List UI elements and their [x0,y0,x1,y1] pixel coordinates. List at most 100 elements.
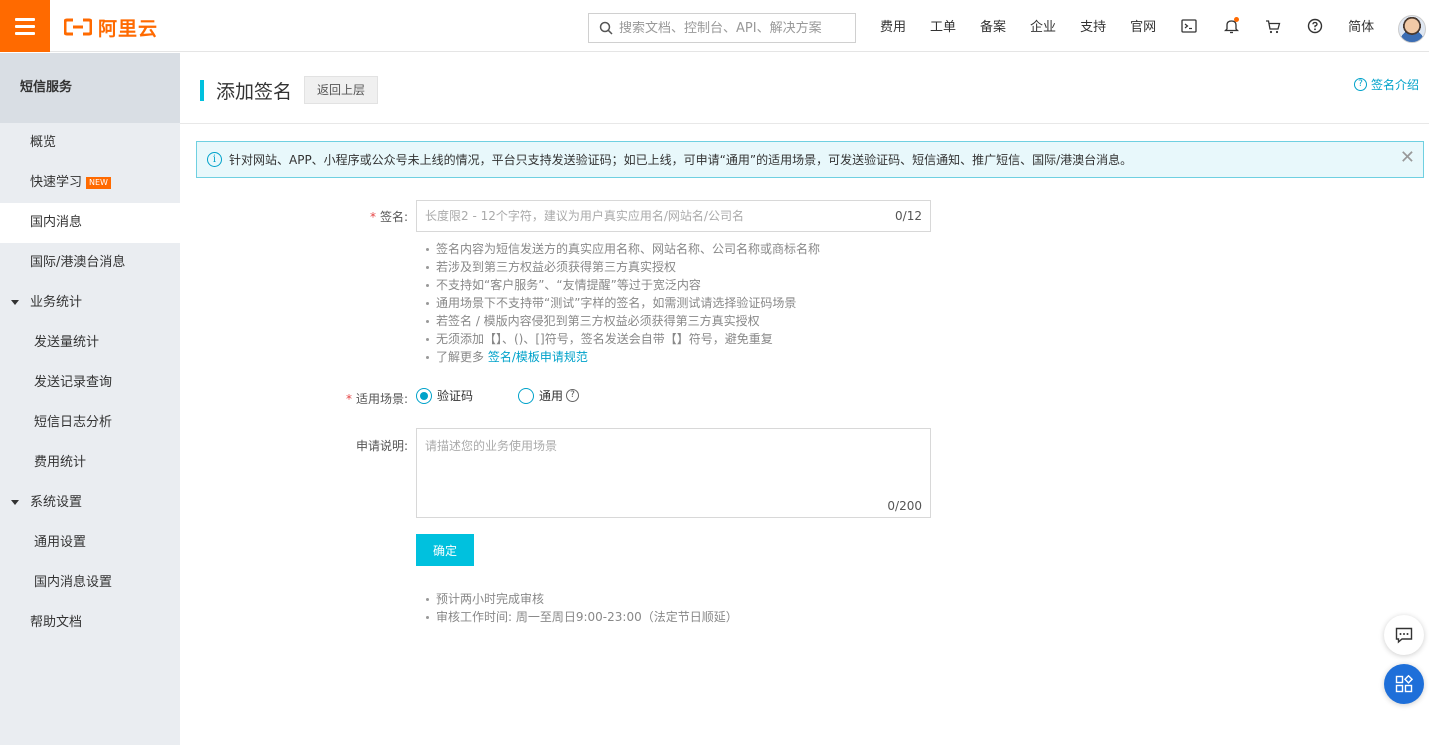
radio-verification-code[interactable]: 验证码 [416,387,473,404]
chat-icon[interactable] [1384,615,1424,655]
sidebar-title: 短信服务 [0,53,180,123]
radio-unchecked-icon [518,387,535,404]
bell-icon[interactable] [1210,0,1252,52]
sidebar-item-label: 国内消息设置 [34,575,113,590]
sidebar-item-label: 短信日志分析 [34,415,113,430]
required-mark: * [345,392,352,406]
sidebar-item-label: 发送量统计 [34,335,100,350]
scene-radio-group: 验证码 通用 ? [416,387,624,404]
signature-intro-link[interactable]: ? 签名介绍 [1353,76,1419,93]
description-label: 申请说明: [355,439,408,453]
search-icon [599,21,613,35]
brand-name: 阿里云 [98,17,159,40]
review-tips: 预计两小时完成审核 审核工作时间: 周一至周日9:00-23:00（法定节日顺延… [424,590,738,626]
sidebar-item-label: 国内消息 [30,215,83,230]
nav-fees[interactable]: 费用 [868,0,918,52]
signature-input[interactable] [417,201,857,231]
tip-item: 不支持如“客户服务”、“友情提醒”等过于宽泛内容 [424,276,820,294]
sidebar-item-international-messages[interactable]: 国际/港澳台消息 [0,243,180,283]
nav-enterprise[interactable]: 企业 [1018,0,1068,52]
aliyun-logo[interactable]: 阿里云 [64,15,159,40]
sidebar-item-send-records[interactable]: 发送记录查询 [0,363,180,403]
sidebar-group-business-stats[interactable]: 业务统计 [0,283,180,323]
nav-support[interactable]: 支持 [1068,0,1118,52]
caret-down-icon [11,300,19,305]
sidebar: 短信服务 概览 快速学习 NEW 国内消息 国际/港澳台消息 业务统计 发送量统计… [0,53,180,745]
sidebar-item-domestic-settings[interactable]: 国内消息设置 [0,563,180,603]
title-accent-bar [200,80,204,101]
back-button[interactable]: 返回上层 [304,76,379,104]
sidebar-group-system-settings[interactable]: 系统设置 [0,483,180,523]
sidebar-item-quick-learn[interactable]: 快速学习 NEW [0,163,180,203]
sidebar-item-general-settings[interactable]: 通用设置 [0,523,180,563]
required-mark: * [369,210,376,224]
radio-checked-icon [416,387,432,404]
notice-text: 针对网站、APP、小程序或公众号未上线的情况，平台只支持发送验证码；如已上线，可… [229,153,1133,167]
top-nav: 费用 工单 备案 企业 支持 官网 简体 [868,0,1386,52]
cart-icon[interactable] [1252,0,1294,52]
sidebar-item-label: 国际/港澳台消息 [30,255,126,270]
review-tip-item: 预计两小时完成审核 [424,590,738,608]
signature-tips: 签名内容为短信发送方的真实应用名称、网站名称、公司名称或商标名称 若涉及到第三方… [424,240,820,366]
sidebar-item-label: 概览 [30,135,57,150]
tip-item-more: 了解更多 签名/模板申请规范 [424,348,820,366]
sidebar-item-label: 发送记录查询 [34,375,113,390]
help-icon[interactable] [1294,0,1336,52]
sidebar-item-label: 快速学习 [30,175,83,190]
radio-general[interactable]: 通用 ? [518,387,580,404]
page-header: 添加签名 返回上层 ? 签名介绍 [180,53,1429,124]
scene-label-text: 适用场景: [355,392,408,406]
nav-tickets[interactable]: 工单 [918,0,968,52]
tip-more-text: 了解更多 [436,350,488,364]
sidebar-item-log-analysis[interactable]: 短信日志分析 [0,403,180,443]
sidebar-item-domestic-messages[interactable]: 国内消息 [0,203,180,243]
info-icon: i [207,152,222,167]
signature-label: * 签名: [180,208,408,225]
review-tip-item: 审核工作时间: 周一至周日9:00-23:00（法定节日顺延） [424,608,738,626]
search-input[interactable] [619,20,849,36]
submit-button[interactable]: 确定 [416,534,474,566]
menu-icon[interactable] [0,0,50,52]
help-icon[interactable]: ? [566,389,580,402]
nav-official-site[interactable]: 官网 [1118,0,1168,52]
sidebar-item-label: 费用统计 [34,455,87,470]
tip-item: 无须添加【】、()、[]符号，签名发送会自带【】符号，避免重复 [424,330,820,348]
sidebar-item-overview[interactable]: 概览 [0,123,180,163]
aliyun-logo-icon [64,18,92,36]
signature-intro-label: 签名介绍 [1370,78,1419,92]
description-counter: 0/200 [887,499,922,513]
nav-icp[interactable]: 备案 [968,0,1018,52]
sidebar-item-label: 业务统计 [30,295,83,310]
info-notice: i 针对网站、APP、小程序或公众号未上线的情况，平台只支持发送验证码；如已上线… [196,141,1424,178]
page-title: 添加签名 [216,81,293,103]
sidebar-item-cost-stats[interactable]: 费用统计 [0,443,180,483]
tip-item: 通用场景下不支持带“测试”字样的签名，如需测试请选择验证码场景 [424,294,820,312]
sidebar-item-label: 通用设置 [34,535,87,550]
caret-down-icon [11,500,19,505]
apps-icon[interactable] [1384,664,1424,704]
user-avatar[interactable] [1398,15,1426,43]
scene-label: * 适用场景: [180,390,408,407]
sidebar-item-help-docs[interactable]: 帮助文档 [0,603,180,643]
signature-counter: 0/12 [895,209,922,223]
radio-label: 验证码 [437,389,474,403]
tip-item: 若签名 / 模版内容侵犯到第三方权益必须获得第三方真实授权 [424,312,820,330]
tip-item: 若涉及到第三方权益必须获得第三方真实授权 [424,258,820,276]
sidebar-item-send-volume[interactable]: 发送量统计 [0,323,180,363]
global-search[interactable] [588,13,856,43]
question-icon: ? [1353,78,1367,91]
language-switch[interactable]: 简体 [1336,0,1386,52]
description-field[interactable]: 0/200 [416,428,931,518]
top-navbar: 阿里云 费用 工单 备案 企业 支持 官网 [0,0,1429,52]
description-textarea[interactable] [417,429,930,489]
sidebar-item-label: 帮助文档 [30,615,83,630]
close-icon[interactable]: ✕ [1400,147,1415,168]
terminal-icon[interactable] [1168,0,1210,52]
signature-field[interactable]: 0/12 [416,200,931,232]
signature-label-text: 签名: [379,210,408,224]
sidebar-item-label: 系统设置 [30,495,83,510]
new-badge: NEW [86,177,111,189]
spec-link[interactable]: 签名/模板申请规范 [488,350,588,364]
main-content: 添加签名 返回上层 ? 签名介绍 i 针对网站、APP、小程序或公众号未上线的情… [180,53,1429,745]
tip-item: 签名内容为短信发送方的真实应用名称、网站名称、公司名称或商标名称 [424,240,820,258]
